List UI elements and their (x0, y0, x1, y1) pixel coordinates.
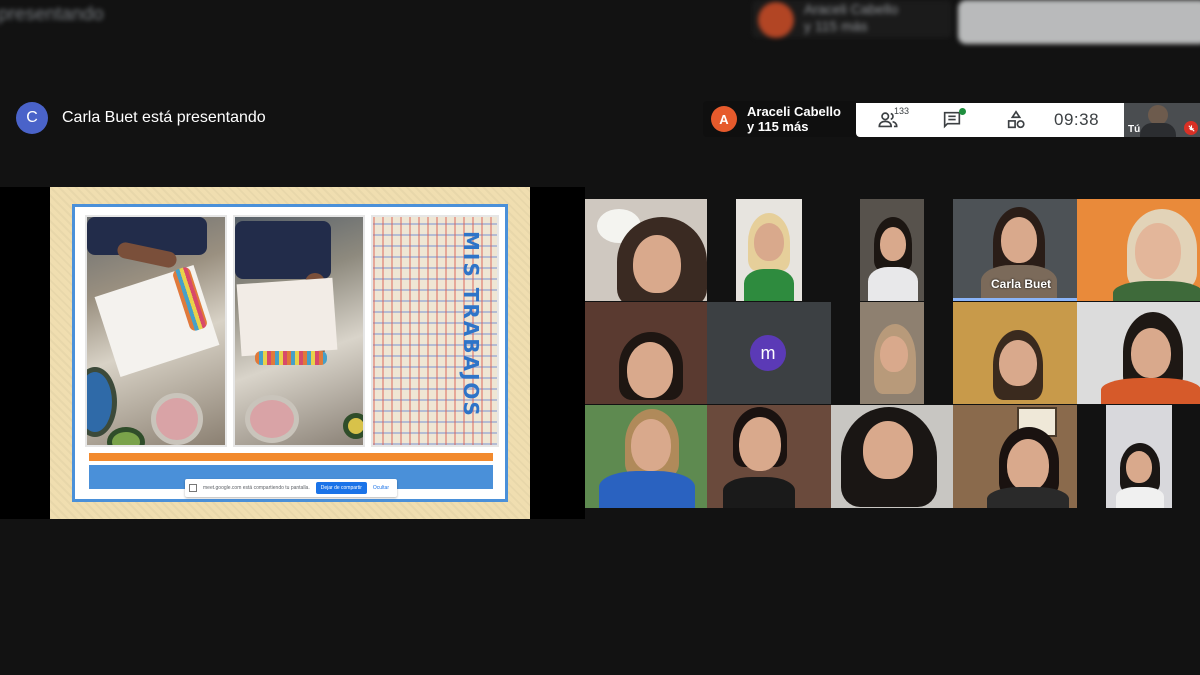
participant-grid: Carla Buet m (585, 199, 1200, 508)
slide-frame: MIS TRABAJOS meet.google.com está compar… (72, 204, 508, 502)
presenter-avatar: C (16, 102, 48, 134)
participant-tile[interactable] (707, 405, 831, 508)
others-name: Araceli Cabello (747, 104, 841, 119)
speaking-indicator (953, 298, 1077, 301)
participant-torso (1116, 487, 1164, 508)
paint-roller (255, 351, 327, 365)
share-indicator-icon (189, 484, 197, 492)
participants-button[interactable]: 133 (856, 103, 920, 137)
child-shirt (235, 221, 331, 279)
slide-orange-bar (89, 453, 493, 461)
participant-tile[interactable] (1077, 302, 1200, 404)
others-avatar: A (711, 106, 737, 132)
chat-unread-dot (959, 108, 966, 115)
drawing-lettering: MIS TRABAJOS (459, 231, 483, 418)
participant-torso (723, 477, 795, 508)
photo-child-painting-2 (233, 215, 365, 447)
self-label: Tú (1128, 124, 1141, 135)
ghost-control-bar (958, 0, 1200, 44)
photo-child-painting-1 (85, 215, 227, 447)
participant-tile[interactable] (1106, 405, 1172, 508)
activities-button[interactable] (984, 103, 1048, 137)
participant-tile-avatar[interactable]: m (707, 302, 831, 404)
shapes-icon (1007, 110, 1025, 129)
participant-face (999, 340, 1037, 386)
participant-torso (1101, 378, 1200, 404)
screen-share-notice: meet.google.com está compartiendo tu pan… (185, 479, 397, 497)
participant-face (631, 419, 671, 471)
paint-plate-blue (87, 367, 117, 437)
participant-tile[interactable] (585, 199, 707, 301)
self-head (1148, 105, 1168, 125)
presenter-label: Carla Buet está presentando (62, 109, 266, 126)
mic-off-icon (1184, 121, 1198, 135)
other-participants-pill[interactable]: A Araceli Cabello y 115 más (703, 101, 856, 137)
participant-tile[interactable] (1077, 199, 1200, 301)
participant-face (633, 235, 681, 293)
self-view-tile[interactable]: Tú (1124, 103, 1200, 137)
paint-plate-green (107, 427, 145, 445)
ghost-avatar (758, 2, 794, 38)
shared-slide: MIS TRABAJOS meet.google.com está compar… (50, 187, 530, 519)
ghost-others-more: y 115 más (804, 18, 868, 34)
participant-face (880, 336, 908, 372)
meeting-clock: 09:38 (1054, 110, 1100, 129)
participant-tile[interactable] (953, 302, 1077, 404)
participant-torso (599, 471, 695, 508)
others-more: y 115 más (747, 119, 809, 134)
participant-face (1001, 217, 1037, 263)
presenter-banner: C Carla Buet está presentando (16, 102, 266, 134)
participant-tile-active[interactable]: Carla Buet (953, 199, 1077, 301)
stop-sharing-button[interactable]: Dejar de compartir (315, 482, 367, 494)
participant-face (880, 227, 906, 261)
participant-tile[interactable] (860, 199, 924, 301)
participant-torso (868, 267, 918, 301)
paint-plate-yellow (343, 413, 363, 439)
participant-torso (744, 269, 794, 301)
participant-face (1131, 328, 1171, 378)
participant-face (627, 342, 673, 398)
ghost-title: presentando (0, 4, 104, 26)
photo-finished-drawing: MIS TRABAJOS (371, 215, 499, 447)
participant-tile[interactable] (736, 199, 802, 301)
meeting-controls: 133 09:38 (856, 103, 1124, 137)
participant-tile[interactable] (831, 405, 953, 508)
participant-torso (987, 487, 1069, 508)
paint-plate-pink (151, 393, 203, 445)
chat-button[interactable] (920, 103, 984, 137)
ghost-others-pill: Araceli Cabello y 115 más (752, 0, 952, 38)
ghost-title-text: presentando (0, 4, 104, 25)
participant-face (739, 417, 781, 471)
hide-notice-button[interactable]: Ocultar (373, 485, 389, 491)
presentation-stage[interactable]: MIS TRABAJOS meet.google.com está compar… (0, 187, 585, 519)
paper-sheet (236, 277, 338, 357)
participant-face (1007, 439, 1049, 491)
ghost-others-name: Araceli Cabello (804, 1, 899, 17)
self-body (1140, 123, 1176, 137)
participant-face (754, 223, 784, 261)
participant-face (1126, 451, 1152, 483)
participant-tile[interactable] (953, 405, 1077, 508)
participant-name: Carla Buet (991, 277, 1052, 291)
participant-avatar-m: m (750, 335, 786, 371)
share-notice-text: meet.google.com está compartiendo tu pan… (203, 485, 310, 491)
participant-tile[interactable] (585, 405, 707, 508)
participant-face (863, 421, 913, 479)
paint-plate-pink (245, 395, 299, 443)
participant-tile[interactable] (860, 302, 924, 404)
participant-torso (1113, 281, 1200, 301)
participant-face (1135, 223, 1181, 279)
participant-tile[interactable] (585, 302, 707, 404)
ghost-pill-text: Araceli Cabello y 115 más (804, 1, 898, 35)
participant-count: 133 (894, 106, 910, 116)
others-text: Araceli Cabello y 115 más (747, 104, 841, 134)
